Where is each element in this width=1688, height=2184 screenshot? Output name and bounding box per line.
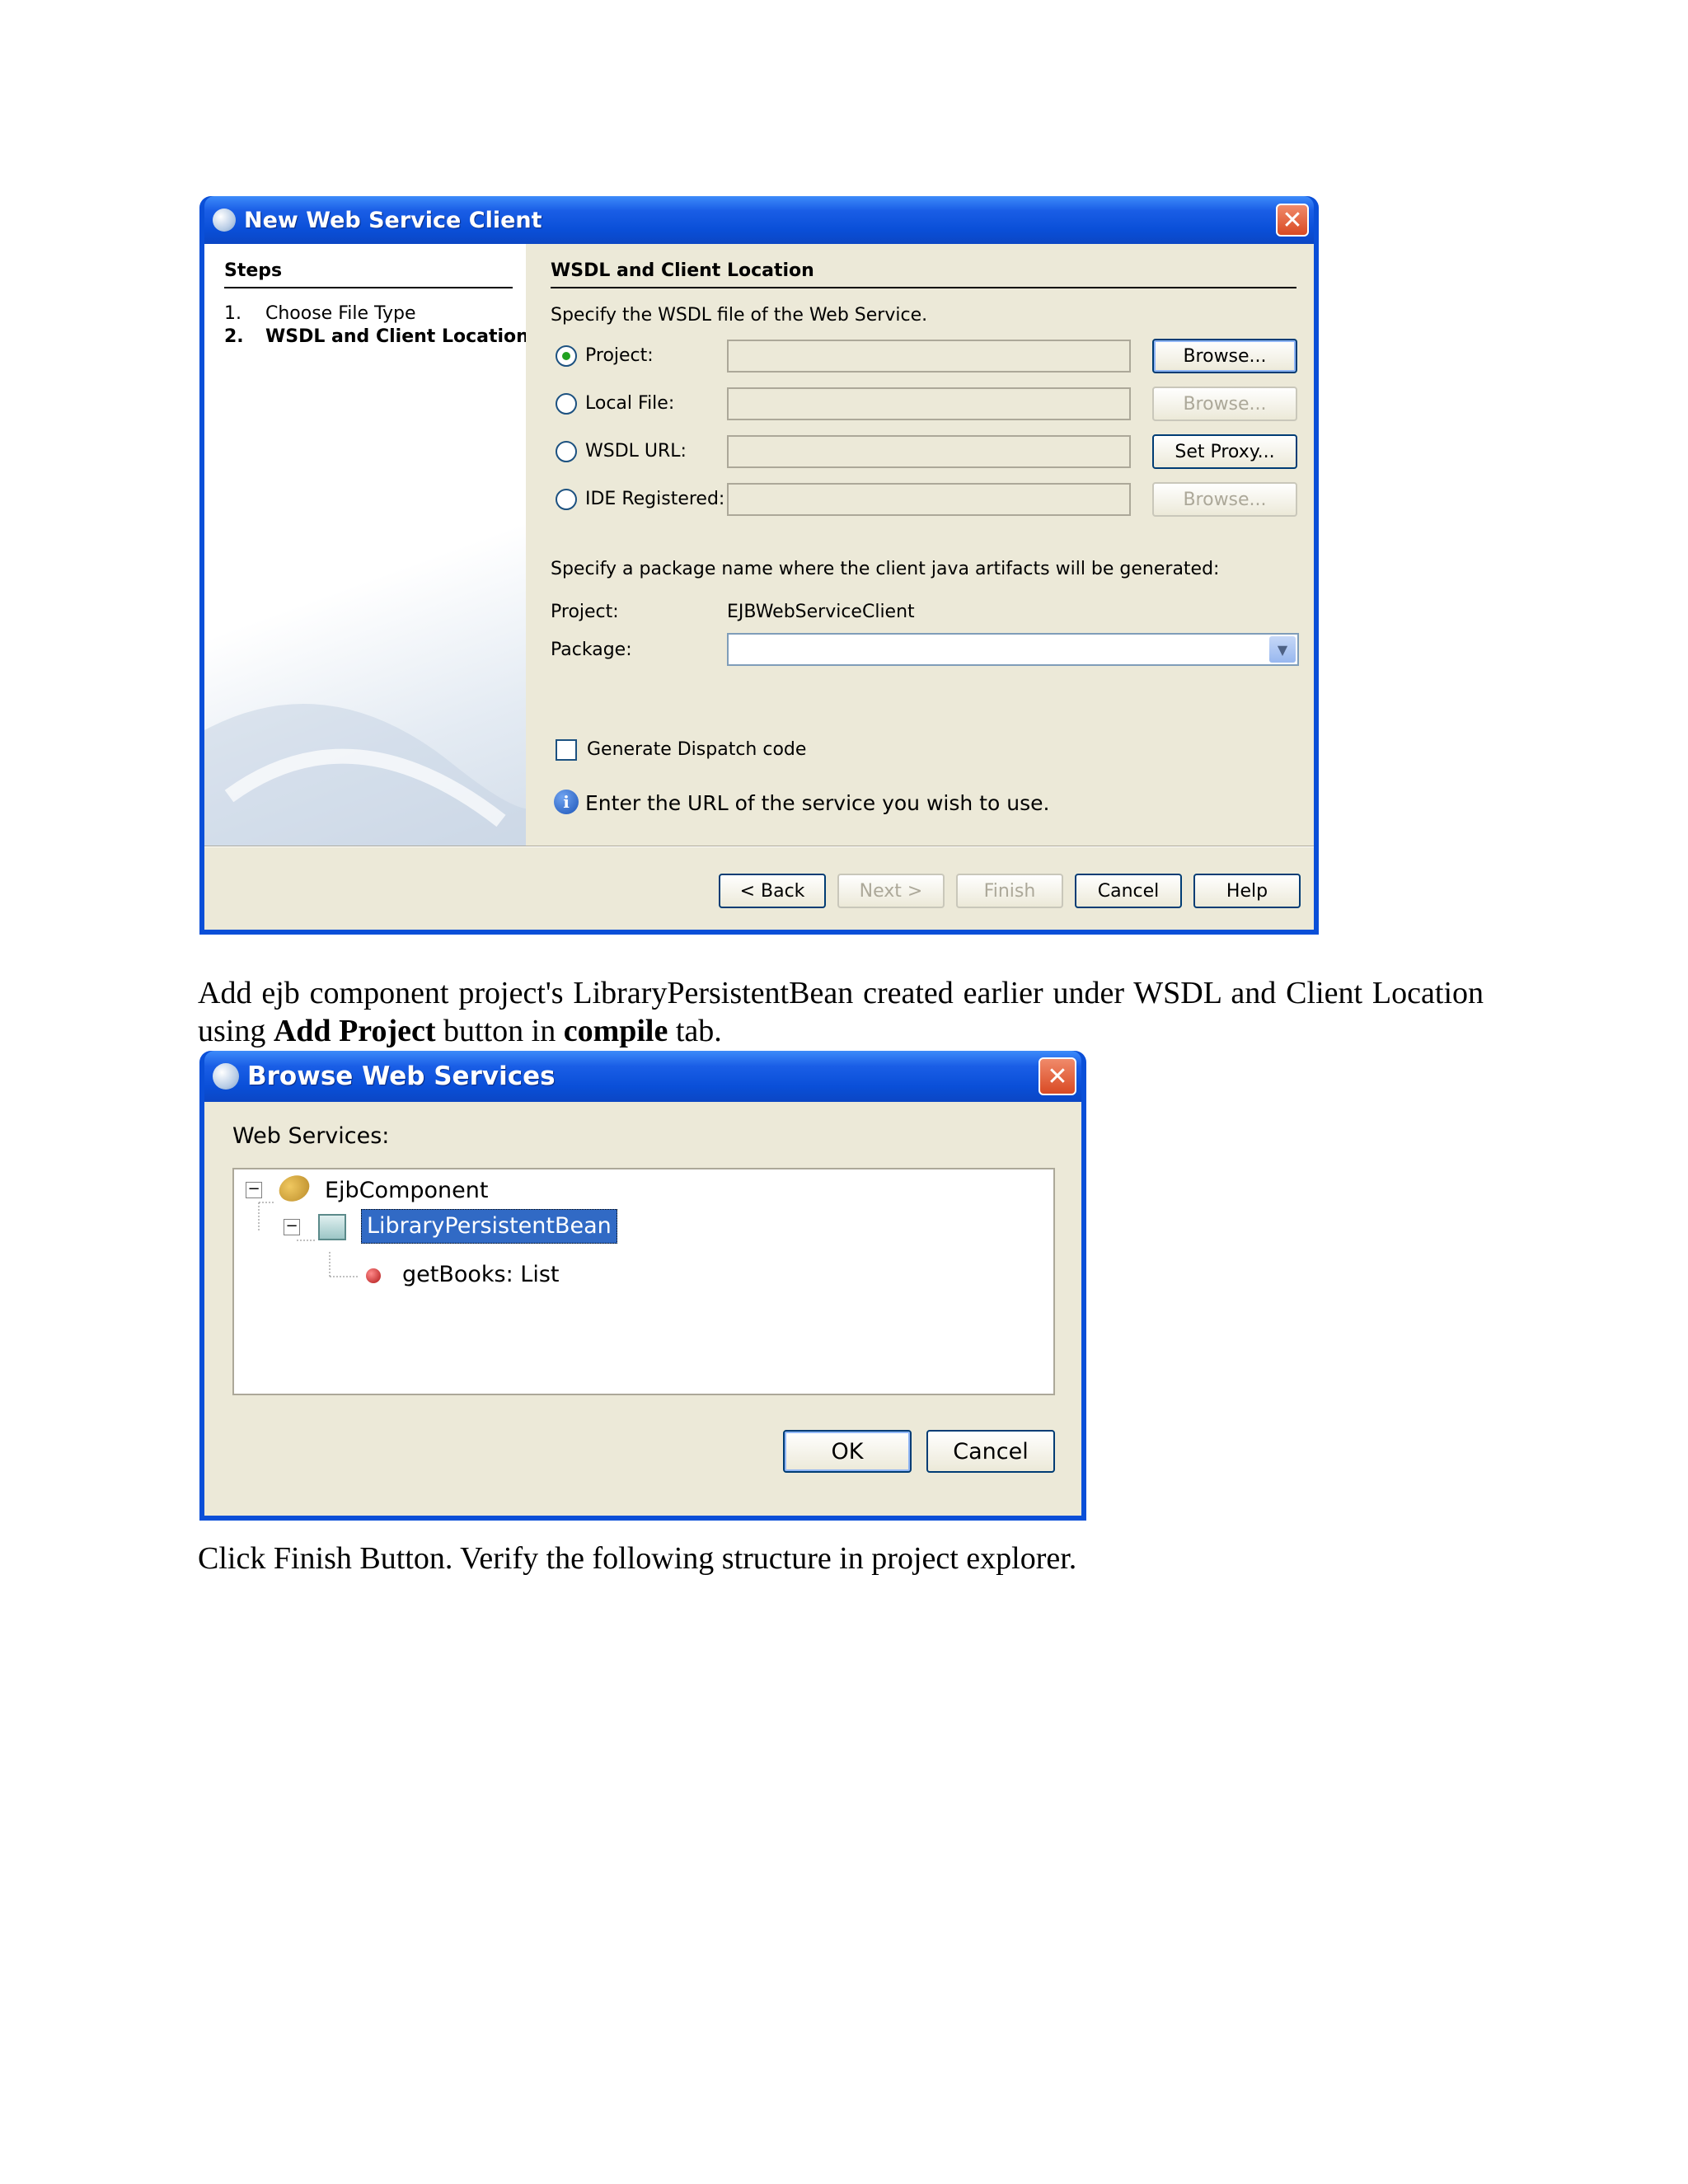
web-service-icon: [213, 209, 236, 232]
dialog-title: New Web Service Client: [244, 207, 542, 233]
help-button[interactable]: Help: [1193, 874, 1301, 908]
operation-icon: [366, 1268, 381, 1283]
tree-node-library-persistent-bean[interactable]: LibraryPersistentBean: [361, 1209, 617, 1244]
project-label: Project:: [585, 345, 654, 366]
project-radio[interactable]: [556, 345, 577, 367]
next-button[interactable]: Next >: [837, 874, 945, 908]
dialog-client-area: Steps 1. Choose File Type 2. WSDL and Cl…: [204, 244, 1314, 930]
close-icon: ✕: [1282, 205, 1303, 235]
close-button[interactable]: ✕: [1276, 204, 1309, 237]
browse-web-services-dialog: Browse Web Services ✕ Web Services: − Ej…: [199, 1051, 1086, 1521]
section-divider: [551, 287, 1296, 288]
step-2-number: 2.: [224, 326, 244, 347]
dialog2-client-area: Web Services: − EjbComponent − LibraryPe…: [204, 1102, 1081, 1516]
dialog2-titlebar[interactable]: Browse Web Services ✕: [204, 1051, 1081, 1102]
step-1-label: Choose File Type: [265, 303, 416, 324]
project-name-label: Project:: [551, 602, 619, 622]
finish-button[interactable]: Finish: [956, 874, 1063, 908]
wsdl-url-input[interactable]: [727, 435, 1131, 468]
dialog-titlebar[interactable]: New Web Service Client ✕: [204, 196, 1314, 244]
ide-registered-radio[interactable]: [556, 489, 577, 510]
info-message: Enter the URL of the service you wish to…: [585, 791, 1050, 815]
expand-toggle-icon[interactable]: −: [246, 1182, 262, 1198]
project-input[interactable]: [727, 340, 1131, 373]
web-services-label: Web Services:: [232, 1123, 390, 1149]
local-file-browse-button[interactable]: Browse...: [1152, 387, 1297, 421]
dispatch-checkbox[interactable]: [556, 739, 577, 761]
radio-selected-dot: [562, 352, 570, 360]
wsdl-url-radio[interactable]: [556, 441, 577, 462]
steps-header: Steps: [224, 260, 283, 281]
add-project-bold: Add Project: [273, 1014, 436, 1048]
close-icon: ✕: [1047, 1062, 1068, 1091]
local-file-label: Local File:: [585, 393, 675, 414]
back-button[interactable]: < Back: [719, 874, 826, 908]
button-bar-divider: [204, 846, 1314, 847]
local-file-radio[interactable]: [556, 393, 577, 415]
tree-node-get-books[interactable]: getBooks: List: [402, 1262, 559, 1287]
cancel-button[interactable]: Cancel: [1075, 874, 1182, 908]
steps-panel: Steps 1. Choose File Type 2. WSDL and Cl…: [204, 244, 526, 846]
dialog2-title: Browse Web Services: [247, 1062, 556, 1091]
web-services-tree[interactable]: − EjbComponent − LibraryPersistentBean g…: [232, 1168, 1055, 1395]
set-proxy-button[interactable]: Set Proxy...: [1152, 434, 1297, 469]
cancel-button[interactable]: Cancel: [926, 1430, 1055, 1473]
new-web-service-client-dialog: New Web Service Client ✕ Steps 1. Choose…: [199, 196, 1319, 935]
project-name-value: EJBWebServiceClient: [727, 602, 915, 622]
wsdl-url-label: WSDL URL:: [585, 441, 687, 462]
compile-bold: compile: [563, 1014, 668, 1048]
section-title: WSDL and Client Location: [551, 260, 814, 281]
expand-toggle-icon[interactable]: −: [284, 1219, 300, 1235]
finish-instruction-paragraph: Click Finish Button. Verify the followin…: [198, 1541, 1077, 1576]
step-2-label: WSDL and Client Location: [265, 326, 526, 347]
tree-node-ejb-component[interactable]: EjbComponent: [325, 1178, 488, 1203]
paragraph-text-c: tab.: [668, 1014, 722, 1048]
paragraph-text-b: button in: [435, 1014, 564, 1048]
step-1-number: 1.: [224, 303, 241, 324]
package-combobox[interactable]: ▼: [727, 633, 1299, 666]
info-icon: i: [554, 790, 579, 814]
package-instruction: Specify a package name where the client …: [551, 559, 1220, 579]
tree-node-label: LibraryPersistentBean: [367, 1213, 612, 1239]
ide-registered-input[interactable]: [727, 483, 1131, 516]
web-service-bean-icon: [318, 1214, 346, 1240]
ide-registered-browse-button[interactable]: Browse...: [1152, 482, 1297, 517]
local-file-input[interactable]: [727, 387, 1131, 420]
package-label: Package:: [551, 640, 632, 660]
wsdl-instruction: Specify the WSDL file of the Web Service…: [551, 305, 928, 326]
dispatch-label: Generate Dispatch code: [587, 739, 807, 760]
close-button[interactable]: ✕: [1039, 1057, 1076, 1095]
decorative-swoosh: [204, 704, 526, 846]
chevron-down-icon[interactable]: ▼: [1269, 636, 1296, 663]
project-browse-button[interactable]: Browse...: [1152, 339, 1297, 373]
steps-divider: [224, 287, 513, 288]
web-service-icon: [213, 1063, 239, 1090]
instruction-paragraph: Add ejb component project's LibraryPersi…: [198, 974, 1484, 1050]
ok-button[interactable]: OK: [783, 1430, 912, 1473]
ide-registered-label: IDE Registered:: [585, 489, 725, 509]
